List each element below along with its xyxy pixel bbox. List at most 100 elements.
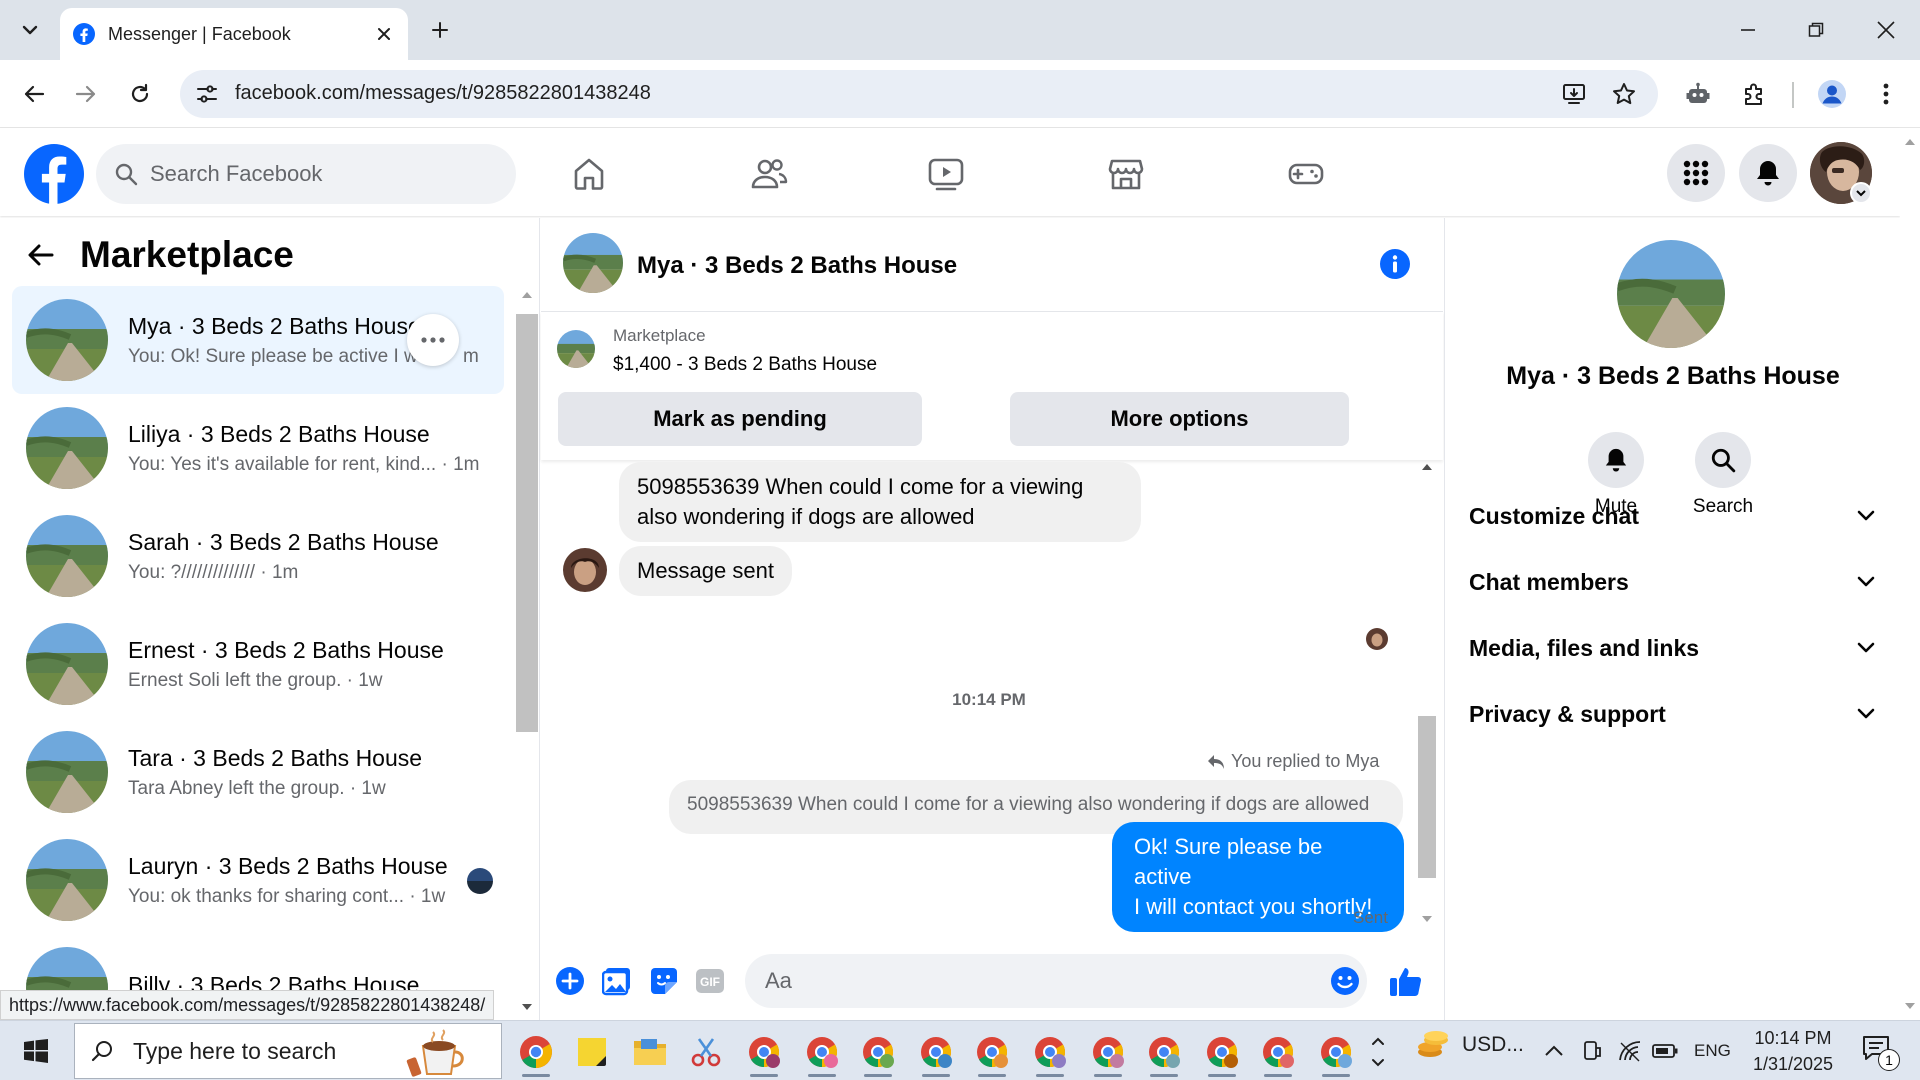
attach-media-button[interactable] [600, 964, 634, 998]
taskbar-chrome-profile[interactable] [856, 1029, 900, 1077]
url-text[interactable]: facebook.com/messages/t/9285822801438248 [235, 82, 651, 105]
conversation-item[interactable]: Ernest · 3 Beds 2 Baths House Ernest Sol… [12, 610, 504, 718]
chat-avatar[interactable] [563, 233, 623, 293]
incoming-message[interactable]: 5098553639 When could I come for a viewi… [619, 462, 1141, 542]
incoming-message[interactable]: Message sent [619, 546, 792, 596]
forward-button[interactable] [66, 74, 106, 114]
extensions-button[interactable] [1734, 74, 1774, 114]
notifications-button[interactable] [1739, 144, 1797, 202]
chat-scroll-thumb[interactable] [1418, 716, 1436, 878]
taskbar-sticky-notes[interactable] [570, 1029, 614, 1075]
new-tab-button[interactable] [424, 14, 456, 46]
nav-video[interactable] [906, 146, 986, 202]
taskbar-clock[interactable]: 10:14 PM 1/31/2025 [1738, 1025, 1848, 1077]
conversation-name: Ernest · 3 Beds 2 Baths House [128, 636, 444, 663]
taskbar-chrome-profile[interactable] [970, 1029, 1014, 1077]
scroll-up-icon[interactable] [516, 288, 538, 302]
nav-home[interactable] [549, 146, 629, 202]
taskbar-snipping-tool[interactable] [684, 1029, 728, 1075]
nav-marketplace[interactable] [1086, 146, 1166, 202]
more-actions-button[interactable] [553, 964, 587, 998]
conversation-item[interactable]: Mya · 3 Beds 2 Baths House You: Ok! Sure… [12, 286, 504, 394]
taskbar-chrome-profile[interactable] [1028, 1029, 1072, 1077]
windows-taskbar: Type here to search USD... ENG 10:14 PM … [0, 1020, 1920, 1080]
tray-language[interactable]: ENG [1694, 1039, 1731, 1063]
page-scrollbar[interactable] [1900, 128, 1920, 1020]
taskbar-chrome[interactable] [514, 1029, 558, 1077]
profile-button[interactable] [1812, 74, 1852, 114]
chat-title[interactable]: Mya · 3 Beds 2 Baths House [637, 252, 957, 280]
section-privacy-support[interactable]: Privacy & support [1469, 684, 1875, 744]
account-menu-caret[interactable] [1850, 182, 1872, 204]
gif-button[interactable]: GIF [693, 964, 727, 998]
sidebar-scroll-thumb[interactable] [516, 314, 538, 732]
facebook-logo[interactable] [24, 144, 84, 204]
close-tab-button[interactable] [372, 22, 396, 46]
taskbar-chrome-profile[interactable] [1314, 1029, 1358, 1077]
nav-gaming[interactable] [1266, 146, 1346, 202]
scroll-down-icon[interactable] [1903, 1000, 1917, 1012]
tray-network[interactable] [1618, 1039, 1642, 1063]
tray-battery[interactable] [1652, 1039, 1678, 1063]
listing-thumbnail[interactable] [557, 330, 595, 368]
scroll-up-icon[interactable] [1415, 460, 1439, 474]
start-button[interactable] [14, 1033, 58, 1069]
more-options-button[interactable]: More options [1010, 392, 1349, 446]
close-window-button[interactable] [1862, 10, 1910, 50]
listing-title[interactable]: $1,400 - 3 Beds 2 Baths House [613, 354, 877, 376]
bookmark-button[interactable] [1610, 80, 1638, 108]
like-button[interactable] [1389, 964, 1423, 998]
nav-friends[interactable] [729, 146, 809, 202]
taskbar-chrome-profile[interactable] [1142, 1029, 1186, 1077]
reload-button[interactable] [120, 74, 160, 114]
taskbar-overflow-arrows[interactable] [1358, 1029, 1398, 1075]
notification-center-button[interactable]: 1 [1862, 1035, 1902, 1071]
facebook-search[interactable] [96, 144, 516, 204]
taskbar-file-explorer[interactable] [628, 1029, 672, 1075]
section-media-files-links[interactable]: Media, files and links [1469, 618, 1875, 678]
scroll-up-icon[interactable] [1903, 136, 1917, 148]
back-arrow-icon[interactable] [26, 240, 56, 270]
house-landscape-photo [1617, 240, 1725, 348]
taskbar-chrome-profile[interactable] [914, 1029, 958, 1077]
emoji-button[interactable] [1328, 964, 1362, 998]
sent-status: Sent [1353, 908, 1388, 927]
minimize-button[interactable] [1724, 10, 1772, 50]
extension-robot-button[interactable] [1678, 74, 1718, 114]
menu-button[interactable] [1667, 144, 1725, 202]
taskbar-chrome-profile[interactable] [742, 1029, 786, 1077]
address-bar[interactable]: facebook.com/messages/t/9285822801438248 [180, 70, 1658, 118]
restore-button[interactable] [1792, 10, 1840, 50]
scroll-down-icon[interactable] [1415, 912, 1439, 926]
taskbar-search[interactable]: Type here to search [74, 1023, 502, 1079]
search-icon [91, 1041, 112, 1062]
site-info-button[interactable] [194, 81, 220, 107]
conversation-info-button[interactable] [1379, 248, 1411, 280]
section-customize-chat[interactable]: Customize chat [1469, 486, 1875, 546]
message-input[interactable] [745, 954, 1367, 1008]
browser-menu-button[interactable] [1866, 74, 1906, 114]
stock-ticker[interactable]: USD... [1416, 1031, 1524, 1057]
taskbar-chrome-profile[interactable] [1086, 1029, 1130, 1077]
conversation-item[interactable]: Sarah · 3 Beds 2 Baths House You: ?/////… [12, 502, 504, 610]
scroll-down-icon[interactable] [516, 1000, 538, 1014]
facebook-search-input[interactable] [150, 161, 480, 187]
conversation-item[interactable]: Lauryn · 3 Beds 2 Baths House You: ok th… [12, 826, 504, 934]
tab-search-button[interactable] [12, 12, 48, 48]
back-button[interactable] [14, 74, 54, 114]
conversation-item[interactable]: Tara · 3 Beds 2 Baths House Tara Abney l… [12, 718, 504, 826]
sender-avatar[interactable] [563, 548, 607, 592]
section-chat-members[interactable]: Chat members [1469, 552, 1875, 612]
tray-meet-now[interactable] [1582, 1039, 1602, 1063]
mark-as-pending-button[interactable]: Mark as pending [558, 392, 922, 446]
install-app-button[interactable] [1560, 80, 1588, 108]
info-avatar[interactable] [1617, 240, 1725, 348]
show-hidden-icons[interactable] [1544, 1039, 1564, 1063]
browser-tab[interactable]: Messenger | Facebook [60, 8, 408, 60]
conversation-item[interactable]: Liliya · 3 Beds 2 Baths House You: Yes i… [12, 394, 504, 502]
taskbar-chrome-profile[interactable] [800, 1029, 844, 1077]
sticker-button[interactable] [647, 964, 681, 998]
conversation-options-button[interactable] [407, 314, 459, 366]
taskbar-chrome-profile[interactable] [1256, 1029, 1300, 1077]
taskbar-chrome-profile[interactable] [1200, 1029, 1244, 1077]
